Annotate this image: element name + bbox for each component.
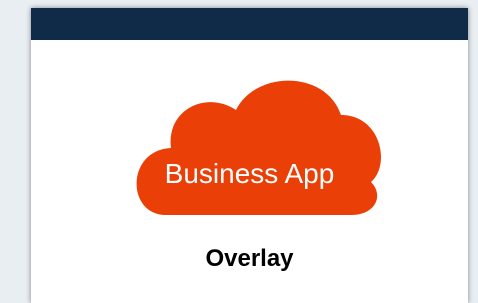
window-title-bar: [31, 8, 468, 40]
cloud-icon[interactable]: [126, 70, 386, 230]
app-window: Business App Overlay: [31, 8, 468, 303]
app-label[interactable]: Business App: [31, 158, 468, 190]
overlay-caption: Overlay: [205, 245, 294, 272]
